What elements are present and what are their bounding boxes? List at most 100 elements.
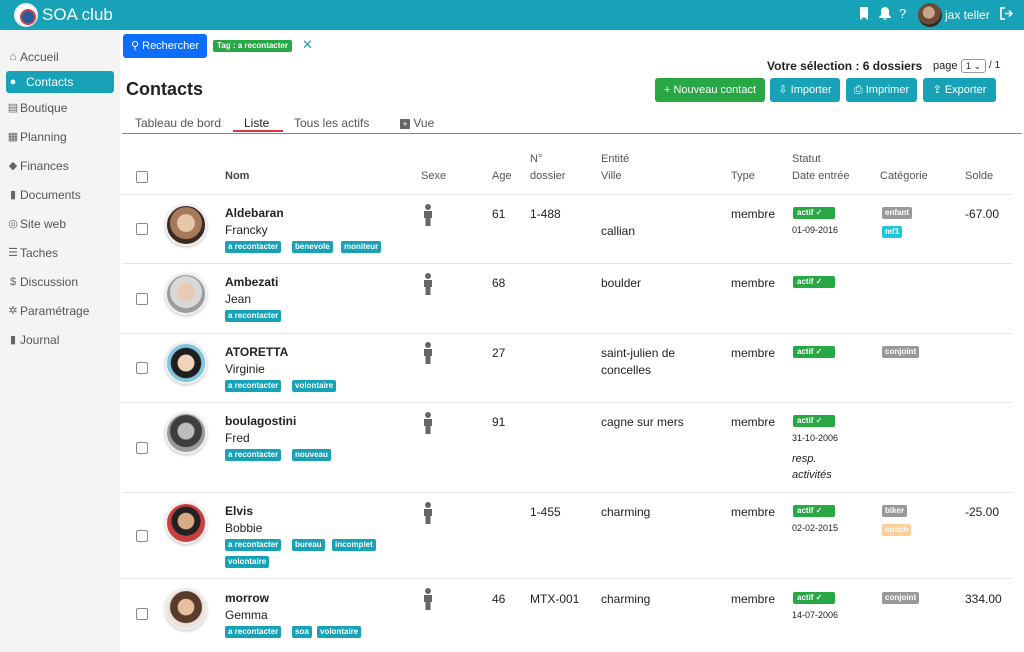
import-button[interactable]: ⇩ Importer <box>770 78 840 102</box>
status-badge: actif ✓ <box>793 346 835 358</box>
tag-badge[interactable]: a recontacter <box>225 241 282 253</box>
export-button[interactable]: ⇪ Exporter <box>923 78 996 102</box>
sidebar-item-journal[interactable]: ▮ Journal <box>6 329 114 351</box>
contact-last-name[interactable]: Ambezati <box>225 275 278 289</box>
contact-last-name[interactable]: ATORETTA <box>225 345 288 359</box>
bookmark-icon[interactable] <box>859 7 869 23</box>
male-person-icon <box>421 204 435 229</box>
help-icon[interactable]: ? <box>899 6 906 21</box>
sidebar-item-taches[interactable]: ☰ Taches <box>6 242 114 264</box>
contact-last-name[interactable]: boulagostini <box>225 414 296 428</box>
row-checkbox[interactable] <box>136 530 148 542</box>
avatar[interactable] <box>165 204 207 246</box>
age-cell: 91 <box>492 415 506 429</box>
tag-badge[interactable]: a recontacter <box>225 310 282 322</box>
sidebar-item-accueil[interactable]: ⌂ Accueil <box>6 46 114 68</box>
tabs-divider <box>122 133 1022 134</box>
tag-badge[interactable]: incomplet <box>332 539 376 551</box>
select-all-checkbox[interactable] <box>136 171 148 183</box>
column-header-date-entree[interactable]: Date entrée <box>792 168 849 185</box>
tab-tous-les-actifs[interactable]: Tous les actifs <box>294 116 369 130</box>
tag-badge[interactable]: soa <box>292 626 312 638</box>
contact-first-name: Bobbie <box>225 521 263 535</box>
new-contact-label: Nouveau contact <box>673 84 757 96</box>
tag-badge[interactable]: volontaire <box>292 380 337 392</box>
tag-badge[interactable]: a recontacter <box>225 539 282 551</box>
column-header-ville[interactable]: Ville <box>601 168 622 185</box>
tag-badge[interactable]: bureau <box>292 539 325 551</box>
app-title[interactable]: SOA club <box>42 5 113 25</box>
type-cell: membre <box>731 415 776 429</box>
sidebar-item-finances[interactable]: ◆ Finances <box>6 155 114 177</box>
export-icon: ⇪ <box>932 84 942 96</box>
note-cell-line2: activités <box>792 469 832 481</box>
new-contact-button[interactable]: + Nouveau contact <box>655 78 765 102</box>
sidebar-item-boutique[interactable]: ▤ Boutique <box>6 97 114 119</box>
column-header-dossier-1[interactable]: N° <box>530 151 542 168</box>
contact-last-name[interactable]: Elvis <box>225 504 253 518</box>
row-checkbox[interactable] <box>136 223 148 235</box>
dossier-cell: MTX-001 <box>530 592 580 606</box>
age-cell: 61 <box>492 207 506 221</box>
print-button[interactable]: ⎙ Imprimer <box>846 78 917 102</box>
tag-badge[interactable]: volontaire <box>225 556 270 568</box>
calendar-icon: ▦ <box>7 131 19 143</box>
age-cell: 27 <box>492 346 506 360</box>
column-header-type[interactable]: Type <box>731 168 755 185</box>
active-tab-indicator <box>233 130 283 132</box>
contact-first-name: Fred <box>225 431 250 445</box>
row-checkbox[interactable] <box>136 608 148 620</box>
chevron-down-icon: ⌄ <box>973 61 982 71</box>
avatar[interactable] <box>165 502 207 544</box>
tab-liste[interactable]: Liste <box>244 116 269 130</box>
sidebar-item-parametrage[interactable]: ✲ Paramétrage <box>6 300 114 322</box>
column-header-dossier-2[interactable]: dossier <box>530 168 565 185</box>
avatar[interactable] <box>165 342 207 384</box>
remove-filter-icon[interactable]: ✕ <box>302 37 313 53</box>
club-logo-icon[interactable] <box>14 3 38 27</box>
column-header-statut[interactable]: Statut <box>792 151 821 168</box>
page-select[interactable]: 1 ⌄ <box>961 59 986 73</box>
solde-cell: -25.00 <box>965 505 1000 519</box>
avatar[interactable] <box>165 273 207 315</box>
sidebar-item-discussion[interactable]: $ Discussion <box>6 271 114 293</box>
tag-badge[interactable]: a recontacter <box>225 626 282 638</box>
dossier-cell: 1-488 <box>530 207 561 221</box>
tag-badge[interactable]: volontaire <box>317 626 362 638</box>
sidebar-item-planning[interactable]: ▦ Planning <box>6 126 114 148</box>
tag-badge[interactable]: nouveau <box>292 449 331 461</box>
column-header-nom[interactable]: Nom <box>225 168 249 185</box>
avatar[interactable] <box>165 588 207 630</box>
user-name[interactable]: jax teller <box>945 8 990 22</box>
column-header-sexe[interactable]: Sexe <box>421 168 446 185</box>
column-header-entite[interactable]: Entité <box>601 151 629 168</box>
column-header-age[interactable]: Age <box>492 168 512 185</box>
row-checkbox[interactable] <box>136 442 148 454</box>
tag-badge[interactable]: moniteur <box>341 241 382 253</box>
type-cell: membre <box>731 276 776 290</box>
bell-icon[interactable] <box>879 7 891 23</box>
tab-tableau-de-bord[interactable]: Tableau de bord <box>135 116 221 130</box>
tag-badge[interactable]: benevole <box>292 241 333 253</box>
row-checkbox[interactable] <box>136 293 148 305</box>
avatar[interactable] <box>165 412 207 454</box>
piggy-bank-icon: ◆ <box>8 160 18 172</box>
search-button[interactable]: ⚲ Rechercher <box>123 34 207 58</box>
column-header-categorie[interactable]: Catégorie <box>880 168 928 185</box>
sidebar-item-contacts[interactable]: ● Contacts <box>6 71 114 93</box>
gear-icon: ✲ <box>8 305 18 317</box>
user-avatar[interactable] <box>918 3 942 27</box>
sidebar-item-site-web[interactable]: ◎ Site web <box>6 213 114 235</box>
tab-vue[interactable]: + Vue <box>400 116 434 130</box>
sidebar-item-label: Contacts <box>26 75 74 89</box>
type-cell: membre <box>731 505 776 519</box>
contact-last-name[interactable]: morrow <box>225 591 269 605</box>
logout-icon[interactable] <box>1000 7 1014 23</box>
column-header-solde[interactable]: Solde <box>965 168 993 185</box>
sidebar-item-documents[interactable]: ▮ Documents <box>6 184 114 206</box>
top-bar: SOA club ? jax teller <box>0 0 1024 30</box>
contact-last-name[interactable]: Aldebaran <box>225 206 284 220</box>
row-checkbox[interactable] <box>136 362 148 374</box>
tag-badge[interactable]: a recontacter <box>225 380 282 392</box>
tag-badge[interactable]: a recontacter <box>225 449 282 461</box>
